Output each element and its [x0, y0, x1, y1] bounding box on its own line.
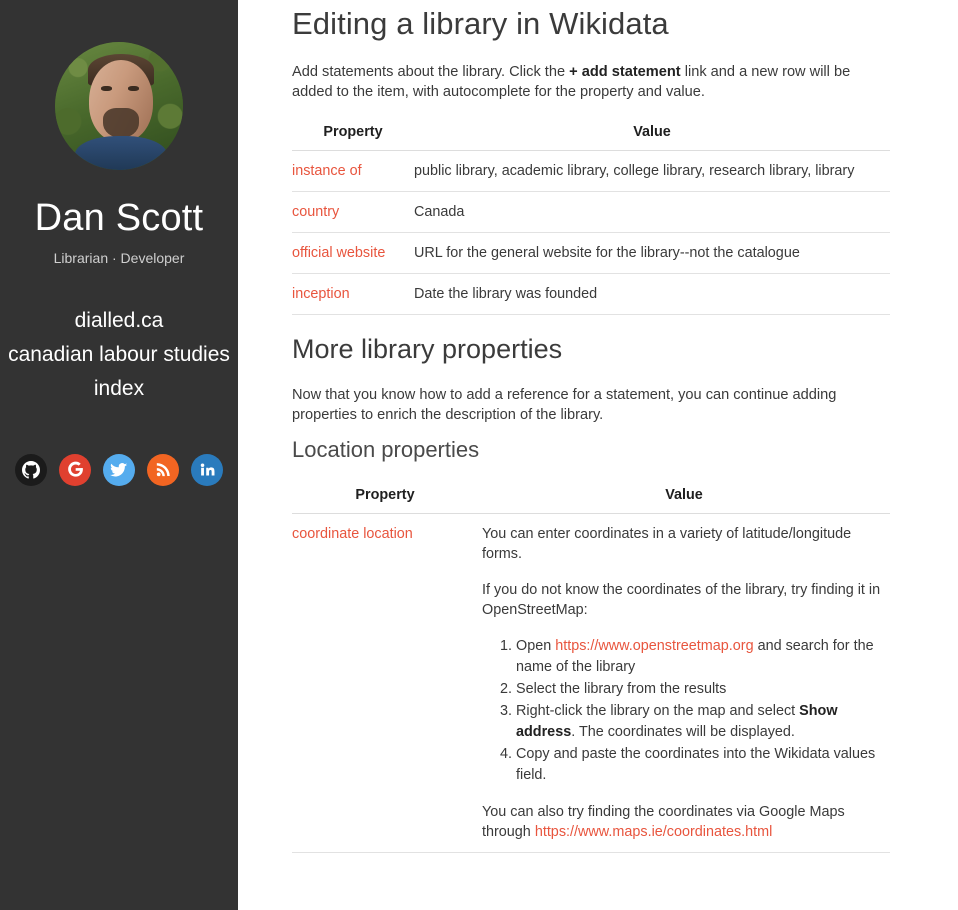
- rss-icon[interactable]: [147, 453, 179, 486]
- twitter-icon[interactable]: [103, 453, 135, 486]
- profile-tagline: Librarian · Developer: [53, 249, 185, 266]
- intro-bold: + add statement: [569, 64, 681, 80]
- intro-paragraph: Add statements about the library. Click …: [292, 62, 890, 102]
- table1-header-value: Value: [414, 118, 890, 151]
- table2-cell-property: coordinate location: [292, 513, 478, 853]
- avatar-beard: [103, 108, 139, 138]
- table2-cell-value: You can enter coordinates in a variety o…: [478, 513, 890, 853]
- step3-pre: Right-click the library on the map and s…: [516, 703, 800, 719]
- section2-paragraph: Now that you know how to add a reference…: [292, 387, 837, 423]
- avatar-eye-left: [101, 86, 112, 91]
- coord-steps-list: Open https://www.openstreetmap.org and s…: [482, 636, 890, 786]
- library-properties-table: Property Value instance of public librar…: [292, 118, 890, 315]
- sidebar-nav: dialled.ca canadian labour studies index: [0, 304, 238, 406]
- table1-header-property: Property: [292, 118, 414, 151]
- linkedin-icon[interactable]: [191, 453, 223, 486]
- table2-header-property: Property: [292, 481, 478, 514]
- table-row: coordinate location You can enter coordi…: [292, 513, 890, 853]
- table1-cell-value: URL for the general website for the libr…: [414, 232, 890, 274]
- main-content: Editing a library in Wikidata Add statem…: [238, 0, 958, 910]
- table1-cell-property: country: [292, 191, 414, 233]
- sidebar: Dan Scott Librarian · Developer dialled.…: [0, 0, 238, 910]
- page-root: Dan Scott Librarian · Developer dialled.…: [0, 0, 958, 910]
- property-link-instance-of[interactable]: instance of: [292, 163, 362, 179]
- openstreetmap-link[interactable]: https://www.openstreetmap.org: [555, 638, 753, 654]
- table1-cell-property: instance of: [292, 150, 414, 192]
- location-properties-table: Property Value coordinate location You c…: [292, 481, 890, 853]
- property-link-coordinate-location[interactable]: coordinate location: [292, 526, 413, 542]
- property-link-official-website[interactable]: official website: [292, 245, 385, 261]
- page-title: Editing a library in Wikidata: [292, 6, 669, 41]
- table1-cell-value: public library, academic library, colleg…: [414, 150, 890, 192]
- list-item: Select the library from the results: [516, 679, 890, 700]
- coord-para-2: If you do not know the coordinates of th…: [482, 582, 881, 618]
- table-header-row: Property Value: [292, 481, 890, 514]
- intro-part1: Add statements about the library. Click …: [292, 64, 570, 80]
- step1-pre: Open: [516, 638, 556, 654]
- table1-cell-property: inception: [292, 273, 414, 315]
- table1-cell-value: Canada: [414, 191, 890, 233]
- google-icon[interactable]: [59, 453, 91, 486]
- sidebar-link-dialled[interactable]: dialled.ca: [0, 304, 238, 338]
- list-item: Copy and paste the coordinates into the …: [516, 744, 890, 786]
- step4-text: Copy and paste the coordinates into the …: [516, 746, 876, 783]
- mapsie-link[interactable]: https://www.maps.ie/coordinates.html: [535, 824, 773, 840]
- table-header-row: Property Value: [292, 118, 890, 151]
- list-item: Open https://www.openstreetmap.org and s…: [516, 636, 890, 678]
- property-link-inception[interactable]: inception: [292, 286, 350, 302]
- table-row: official website URL for the general web…: [292, 232, 890, 274]
- table1-cell-property: official website: [292, 232, 414, 274]
- coord-para-3: You can also try finding the coordinates…: [482, 802, 890, 842]
- github-icon[interactable]: [15, 453, 47, 486]
- social-links: [0, 453, 238, 486]
- step2-text: Select the library from the results: [516, 681, 727, 697]
- avatar-eye-right: [128, 86, 139, 91]
- subsection-title-location-properties: Location properties: [292, 437, 480, 462]
- sidebar-link-clsi[interactable]: canadian labour studies index: [0, 338, 238, 406]
- table-row: country Canada: [292, 191, 890, 233]
- table-row: inception Date the library was founded: [292, 273, 890, 315]
- step3-post: . The coordinates will be displayed.: [571, 724, 795, 740]
- coord-para-1: You can enter coordinates in a variety o…: [482, 526, 852, 562]
- avatar: [55, 42, 183, 170]
- property-link-country[interactable]: country: [292, 204, 339, 220]
- profile-name: Dan Scott: [34, 197, 204, 239]
- table2-header-value: Value: [478, 481, 890, 514]
- avatar-shirt: [75, 136, 167, 170]
- section-title-more-library-properties: More library properties: [292, 334, 563, 364]
- table-row: instance of public library, academic lib…: [292, 150, 890, 192]
- list-item: Right-click the library on the map and s…: [516, 701, 890, 743]
- table1-cell-value: Date the library was founded: [414, 273, 890, 315]
